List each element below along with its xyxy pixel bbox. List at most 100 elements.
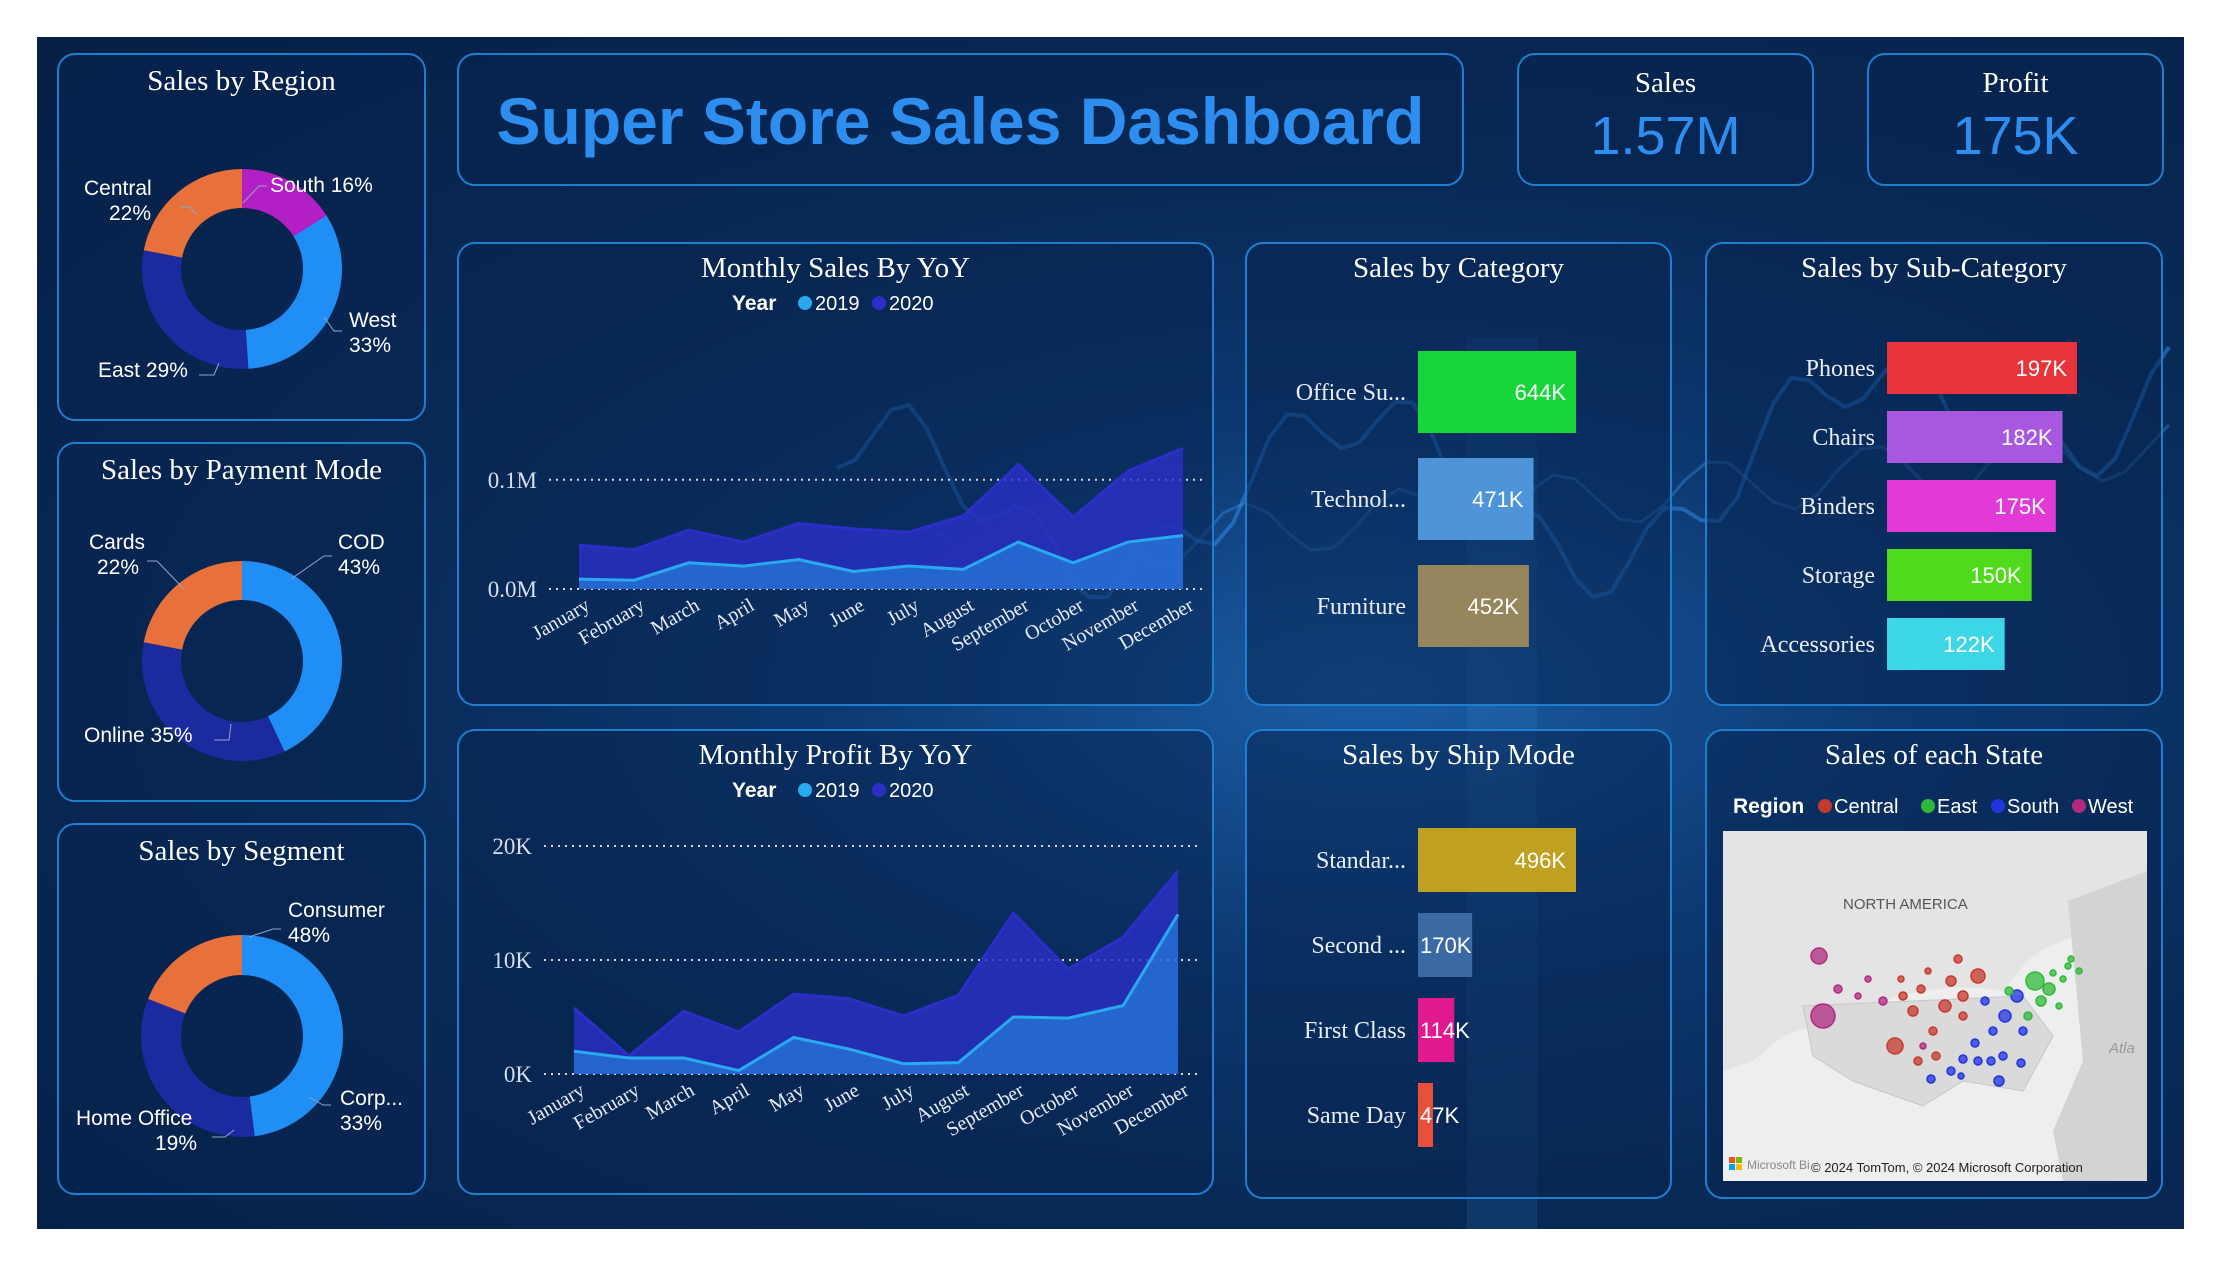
state-bubble[interactable] — [1993, 1075, 2005, 1087]
state-bubble[interactable] — [1924, 967, 1932, 975]
sales-map-card[interactable]: Sales of each State Region Central East Sou… — [1705, 729, 2163, 1199]
state-bubble[interactable] — [1864, 975, 1872, 983]
state-bubble[interactable] — [1998, 1009, 2012, 1023]
state-bubble[interactable] — [1916, 984, 1926, 994]
legend-marker — [1921, 799, 1935, 813]
legend-label: Central — [1834, 796, 1898, 818]
bar-category-label: Chairs — [1812, 425, 1875, 451]
state-bubble[interactable] — [1998, 1051, 2008, 1061]
legend-label: 2020 — [889, 293, 934, 315]
bar-category-label: Phones — [1806, 356, 1875, 382]
monthly-sales-card[interactable]: Monthly Sales By YoY Year 2019 2020 0.0M 0.1… — [457, 242, 1214, 706]
donut-slice-home-office[interactable] — [148, 935, 242, 1014]
ocean-label: Atla — [2108, 1040, 2135, 1057]
bar-category-label: Office Su... — [1296, 380, 1406, 406]
sales-by-shipmode-card[interactable]: Sales by Ship Mode Standar... 496K Second … — [1245, 729, 1672, 1199]
legend-label: East — [1937, 796, 1977, 818]
state-bubble[interactable] — [1970, 1038, 1980, 1048]
state-bubble[interactable] — [1986, 1056, 1996, 1066]
state-bubble[interactable] — [1946, 1066, 1956, 1076]
state-bubble[interactable] — [2035, 995, 2047, 1007]
state-bubble[interactable] — [1931, 1051, 1941, 1061]
state-bubble[interactable] — [2023, 1011, 2033, 1021]
state-bubble[interactable] — [1980, 996, 1990, 1006]
state-bubble[interactable] — [2055, 1002, 2063, 1010]
state-bubble[interactable] — [1886, 1037, 1904, 1055]
state-bubble[interactable] — [1854, 992, 1862, 1000]
state-bubble[interactable] — [1810, 1003, 1836, 1029]
bar-value-label: 197K — [2016, 356, 2068, 381]
state-bubble[interactable] — [1988, 1026, 1998, 1036]
category-bar-chart[interactable]: Office Su... 644K Technol... 471K Furniture 4… — [1247, 244, 1670, 704]
state-bubble[interactable] — [1926, 1074, 1936, 1084]
monthly-profit-card[interactable]: Monthly Profit By YoY Year 2019 2020 0K 10K 2… — [457, 729, 1214, 1195]
monthly-profit-chart[interactable]: Year 2019 20200K10K20KJanuaryFebruaryMarch… — [459, 731, 1212, 1193]
state-bubble[interactable] — [2018, 1026, 2028, 1036]
state-bubble[interactable] — [1898, 991, 1908, 1001]
state-bubble[interactable] — [1938, 999, 1952, 1013]
map-legend[interactable]: Region Central East South West — [1733, 795, 2134, 818]
state-bubble[interactable] — [1958, 1011, 1968, 1021]
monthly-sales-chart[interactable]: Year 2019 20200.0M0.1MJanuaryFebruaryMarch… — [459, 244, 1212, 704]
legend-title: Year — [732, 779, 776, 802]
segment-donut-chart[interactable]: Consumer 48% Corp... 33% Home Office 19% — [59, 825, 424, 1193]
region-donut-chart[interactable]: South 16% West 33% East 29% Central 22% — [59, 55, 424, 419]
state-bubble[interactable] — [1907, 1005, 1919, 1017]
state-bubble[interactable] — [2049, 969, 2057, 977]
bar-category-label: First Class — [1304, 1018, 1406, 1044]
sales-by-segment-card[interactable]: Sales by Segment Consumer 48% Corp... 33% Ho… — [57, 823, 426, 1195]
bar-category-label: Technol... — [1311, 487, 1406, 513]
state-bubble[interactable] — [2016, 1058, 2026, 1068]
payment-donut-chart[interactable]: COD 43% Online 35% Cards 22% — [59, 444, 424, 800]
state-bubble[interactable] — [2064, 962, 2072, 970]
legend-marker — [1818, 799, 1832, 813]
state-bubble[interactable] — [1958, 1054, 1968, 1064]
state-bubble[interactable] — [1810, 947, 1828, 965]
state-bubble[interactable] — [1878, 996, 1888, 1006]
kpi-profit-card: Profit 175K — [1867, 53, 2164, 186]
subcategory-bar-chart[interactable]: Phones 197K Chairs 182K Binders 175K Storage 15… — [1707, 244, 2161, 704]
donut-label: Consumer 48% — [288, 899, 385, 947]
state-bubble[interactable] — [1957, 1072, 1965, 1080]
sales-by-subcategory-card[interactable]: Sales by Sub-Category Phones 197K Chairs 18… — [1705, 242, 2163, 706]
state-bubble[interactable] — [2059, 975, 2067, 983]
sales-by-payment-card[interactable]: Sales by Payment Mode COD 43% Online 35% Ca… — [57, 442, 426, 802]
donut-slice-cards[interactable] — [143, 561, 242, 650]
x-tick-label: April — [706, 1079, 754, 1119]
x-tick-label: May — [770, 594, 813, 631]
chart-legend[interactable]: Year 2019 2020 — [732, 292, 934, 315]
state-bubble[interactable] — [1928, 1026, 1938, 1036]
state-bubble[interactable] — [1945, 975, 1957, 987]
donut-slice-east[interactable] — [142, 250, 249, 369]
state-sales-map[interactable]: Region Central East South West NORTH AMERICA A… — [1707, 731, 2161, 1197]
sales-by-category-card[interactable]: Sales by Category Office Su... 644K Techno… — [1245, 242, 1672, 706]
state-bubble[interactable] — [1913, 1056, 1923, 1066]
bar-value-label: 122K — [1943, 632, 1995, 657]
state-bubble[interactable] — [1957, 990, 1969, 1002]
kpi-profit-value: 175K — [1952, 106, 2079, 166]
state-bubble[interactable] — [1953, 954, 1963, 964]
sales-by-region-card[interactable]: Sales by Region South 16% West 33% East 29%… — [57, 53, 426, 421]
y-tick-label: 10K — [492, 948, 532, 973]
donut-slice-central[interactable] — [143, 169, 242, 258]
state-bubble[interactable] — [2025, 971, 2045, 991]
state-bubble[interactable] — [1919, 1042, 1927, 1050]
bar-value-label: 452K — [1468, 594, 1520, 619]
kpi-sales-value: 1.57M — [1590, 106, 1741, 166]
state-bubble[interactable] — [1833, 984, 1843, 994]
chart-legend[interactable]: Year 2019 2020 — [732, 779, 934, 802]
state-bubble[interactable] — [2075, 967, 2083, 975]
state-bubble[interactable] — [1897, 975, 1905, 983]
donut-slice-consumer[interactable] — [242, 935, 343, 1137]
map-copyright: © 2024 TomTom, © 2024 Microsoft Corporat… — [1811, 1160, 2083, 1175]
donut-slice-west[interactable] — [245, 215, 342, 369]
y-tick-label: 0.1M — [488, 468, 537, 493]
state-bubble[interactable] — [2004, 986, 2014, 996]
state-bubble[interactable] — [2042, 982, 2056, 996]
donut-label: COD 43% — [338, 531, 385, 579]
shipmode-bar-chart[interactable]: Standar... 496K Second ... 170K First Class 1… — [1247, 731, 1670, 1197]
state-bubble[interactable] — [1970, 968, 1986, 984]
state-bubble[interactable] — [1973, 1056, 1983, 1066]
bar-value-label: 170K — [1420, 933, 1472, 958]
state-bubble[interactable] — [2067, 955, 2075, 963]
